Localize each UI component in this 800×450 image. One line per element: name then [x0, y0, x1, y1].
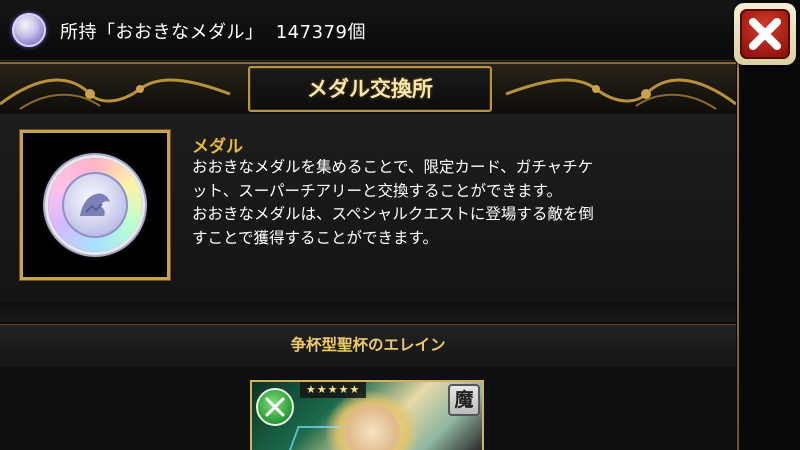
description-line: おおきなメダルを集めることで、限定カード、ガチャチケ: [192, 158, 594, 176]
close-button[interactable]: [734, 3, 796, 65]
reward-card[interactable]: ★★★★★ 魔: [250, 380, 484, 450]
medal-image-frame: [20, 130, 170, 280]
section-title: 争杯型聖杯のエレイン: [290, 336, 446, 354]
medal-emblem: [62, 172, 128, 238]
rail-divider: [737, 60, 739, 450]
close-icon: [740, 9, 790, 59]
medal-icon: [12, 13, 46, 47]
card-rarity-stars: ★★★★★: [300, 382, 367, 398]
description-line: おおきなメダルは、スペシャルクエストに登場する敵を倒: [192, 205, 594, 223]
left-ornament-icon: [0, 78, 231, 110]
item-name: メダル: [192, 137, 243, 157]
right-rail: [736, 66, 800, 450]
owned-label: 所持「おおきなメダル」: [60, 22, 264, 43]
big-medal-image: [48, 158, 142, 252]
crossed-swords-icon: [256, 388, 294, 426]
description-line: ット、スーパーチアリーと交換することができます。: [192, 181, 562, 200]
top-status-bar: 所持「おおきなメダル」 147379個: [0, 0, 736, 61]
owned-medal-count: 所持「おおきなメダル」 147379個: [60, 18, 366, 44]
right-ornament-icon: [505, 78, 736, 110]
item-description: おおきなメダルを集めることで、限定カード、ガチャチケ ット、スーパーチアリーと交…: [192, 156, 712, 250]
owned-count: 147379個: [275, 22, 366, 43]
page-title: メダル交換所: [307, 77, 433, 101]
card-attribute-badge: 魔: [448, 384, 480, 416]
divider-strip: [0, 302, 736, 322]
card-effect-stroke: [286, 426, 340, 450]
description-line: すことで獲得することができます。: [192, 228, 438, 247]
lion-crest-icon: [80, 193, 110, 216]
